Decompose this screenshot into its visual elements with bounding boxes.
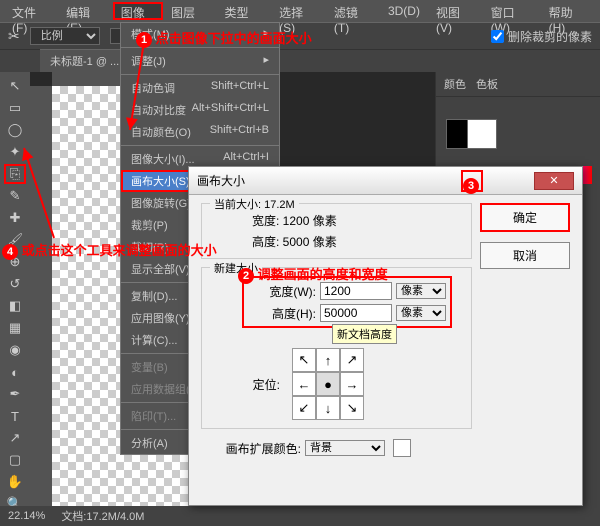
annotation-4: 或点击这个工具来调整画面的大小 (22, 243, 217, 258)
annotation-1: 点击图像下拉中的画面大小 (156, 31, 312, 46)
annotation-2: 调整画面的高度和宽度 (258, 267, 388, 282)
